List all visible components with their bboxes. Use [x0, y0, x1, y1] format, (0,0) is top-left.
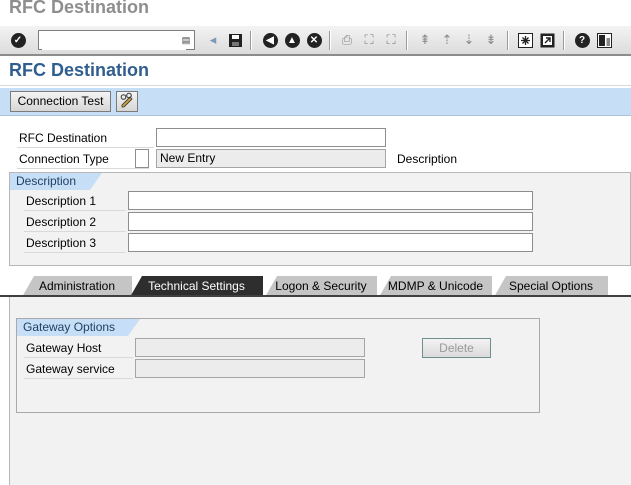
gateway-service-label: Gateway service	[26, 362, 115, 376]
gateway-host-label: Gateway Host	[26, 341, 102, 355]
gateway-host-input[interactable]	[135, 338, 365, 357]
change-display-button[interactable]	[116, 91, 138, 112]
tab-logon-security[interactable]: Logon & Security	[265, 276, 377, 297]
connection-type-input[interactable]	[135, 149, 149, 168]
title-divider	[0, 85, 631, 86]
exit-icon[interactable]: ▲	[283, 31, 301, 49]
command-field[interactable]: ▤	[38, 30, 195, 50]
last-page-icon[interactable]: ⇟	[482, 31, 500, 49]
page-title: RFC Destination	[9, 60, 150, 80]
rfc-destination-label: RFC Destination	[19, 131, 108, 145]
shortcut-icon[interactable]	[538, 31, 556, 49]
description-2-input[interactable]	[128, 212, 533, 231]
tab-mdmp-unicode[interactable]: MDMP & Unicode	[379, 276, 492, 297]
tab-technical-settings[interactable]: Technical Settings	[130, 276, 263, 297]
connection-type-label: Connection Type	[19, 152, 109, 166]
tab-administration[interactable]: Administration	[22, 276, 132, 297]
tab-special-options[interactable]: Special Options	[494, 276, 608, 297]
collapse-arrow-icon[interactable]: ◂	[204, 31, 222, 49]
description-1-input[interactable]	[128, 191, 533, 210]
description-2-label: Description 2	[26, 215, 97, 229]
cancel-icon[interactable]: ✕	[305, 31, 323, 49]
description-3-label: Description 3	[26, 236, 97, 250]
gateway-service-input[interactable]	[135, 359, 365, 378]
description-1-label: Description 1	[26, 194, 97, 208]
previous-page-icon[interactable]: ⇡	[438, 31, 456, 49]
connection-test-button[interactable]: Connection Test	[10, 91, 111, 112]
description-group-title: Description	[10, 173, 102, 190]
next-page-icon[interactable]: ⇣	[460, 31, 478, 49]
find-icon[interactable]: ⛶	[360, 31, 378, 49]
customize-layout-icon[interactable]	[595, 31, 613, 49]
rfc-destination-input[interactable]	[156, 128, 386, 147]
pencil-glasses-icon	[120, 92, 133, 108]
application-toolbar: Connection Test	[0, 88, 631, 116]
print-icon[interactable]: ⎙	[338, 31, 356, 49]
command-history-icon[interactable]: ▤	[180, 33, 192, 47]
command-input[interactable]	[42, 32, 186, 50]
save-icon[interactable]	[226, 31, 244, 49]
create-session-icon[interactable]	[516, 31, 534, 49]
description-3-input[interactable]	[128, 233, 533, 252]
delete-button[interactable]: Delete	[422, 338, 491, 358]
back-icon[interactable]: ◀	[261, 31, 279, 49]
connection-type-description-label: Description	[397, 152, 458, 166]
find-next-icon[interactable]: ⛶	[382, 31, 400, 49]
system-toolbar: ✓ ▤ ◂ ◀ ▲ ✕ ⎙ ⛶ ⛶ ⇞ ⇡ ⇣ ⇟ ?	[0, 25, 631, 56]
connection-type-text: New Entry	[156, 149, 386, 168]
enter-icon[interactable]: ✓	[9, 31, 27, 49]
window-title-bar: RFC Destination	[0, 0, 631, 24]
first-page-icon[interactable]: ⇞	[416, 31, 434, 49]
window-title: RFC Destination	[9, 0, 150, 17]
help-icon[interactable]: ?	[573, 31, 591, 49]
gateway-options-title: Gateway Options	[17, 319, 140, 336]
